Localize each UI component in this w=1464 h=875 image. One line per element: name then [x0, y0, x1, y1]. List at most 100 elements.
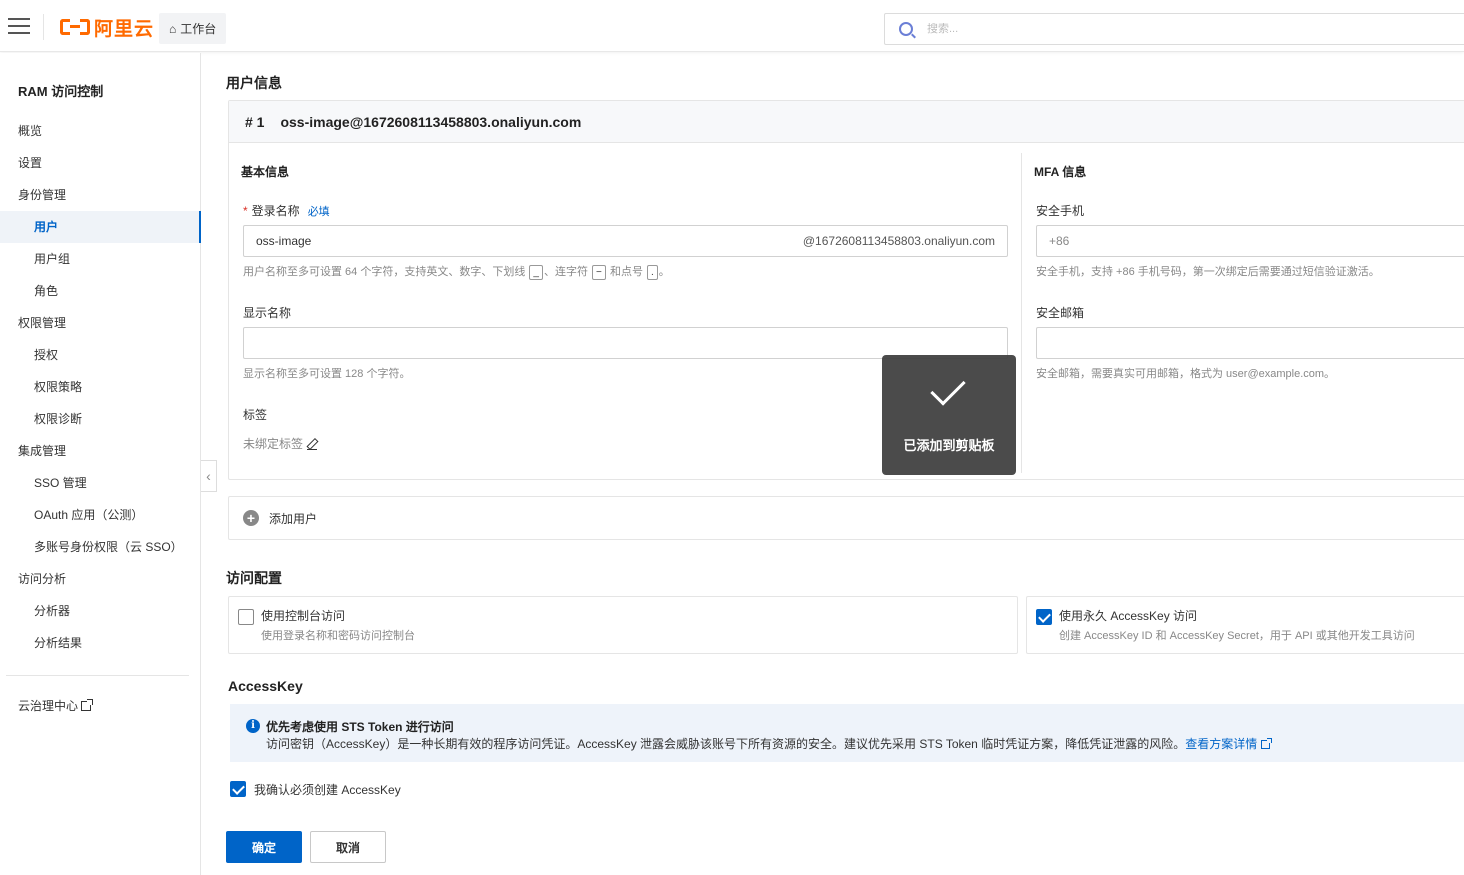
accesskey-access-title: 使用永久 AccessKey 访问: [1059, 609, 1198, 623]
phone-input[interactable]: +86: [1036, 225, 1464, 257]
help-text-2: 、连字符: [543, 266, 588, 278]
help-text-3: 和点号: [609, 266, 643, 278]
top-bar: 阿里云 ⌂ 工作台: [0, 0, 1464, 52]
email-help: 安全邮箱，需要真实可用邮箱，格式为 user@example.com。: [1036, 368, 1336, 380]
accesskey-title: AccessKey: [228, 678, 303, 694]
login-name-label: * 登录名称 必填: [243, 202, 330, 219]
dot-key: .: [647, 265, 658, 280]
console-access-desc: 使用登录名称和密码访问控制台: [261, 630, 415, 642]
confirm-accesskey[interactable]: 我确认必须创建 AccessKey: [230, 780, 401, 798]
toast-text: 已添加到剪贴板: [903, 438, 995, 453]
view-solution-link-text: 查看方案详情: [1185, 737, 1258, 751]
display-name-help: 显示名称至多可设置 128 个字符。: [243, 368, 411, 380]
hyphen-key: −: [592, 265, 606, 280]
aliyun-logo[interactable]: 阿里云: [60, 15, 155, 40]
user-card-header: # 1 oss-image@1672608113458803.onaliyun.…: [229, 101, 1464, 143]
view-solution-link[interactable]: 查看方案详情: [1185, 737, 1273, 751]
add-user-label: 添加用户: [269, 511, 318, 526]
cancel-button[interactable]: 取消: [310, 831, 386, 863]
required-tag: 必填: [307, 206, 330, 218]
workbench-label: 工作台: [180, 22, 217, 36]
sidebar-divider: [6, 675, 189, 676]
sidebar-item-groups[interactable]: 用户组: [0, 243, 201, 275]
required-star: *: [243, 204, 248, 218]
user-index: # 1: [245, 113, 265, 130]
column-divider: [1021, 153, 1022, 473]
sidebar-item-grants[interactable]: 授权: [0, 339, 201, 371]
user-card: # 1 oss-image@1672608113458803.onaliyun.…: [228, 100, 1464, 480]
sidebar-item-policies[interactable]: 权限策略: [0, 371, 201, 403]
sidebar-item-permissions[interactable]: 权限管理: [0, 307, 201, 339]
workbench-button[interactable]: ⌂ 工作台: [159, 13, 227, 44]
login-name-help: 用户名称至多可设置 64 个字符，支持英文、数字、下划线 _ 、连字符 − 和点号…: [243, 263, 670, 280]
display-name-label: 显示名称: [243, 306, 292, 320]
menu-icon[interactable]: [8, 18, 30, 34]
sidebar-item-users[interactable]: 用户: [0, 211, 201, 243]
logo-text: 阿里云: [94, 17, 155, 40]
console-access-option[interactable]: 使用控制台访问 使用登录名称和密码访问控制台: [228, 596, 1018, 654]
sidebar-item-integration[interactable]: 集成管理: [0, 435, 201, 467]
tags-empty-text: 未绑定标签: [243, 437, 304, 451]
help-text-1: 用户名称至多可设置 64 个字符，支持英文、数字、下划线: [243, 266, 526, 278]
sidebar-collapse-button[interactable]: ‹: [201, 460, 217, 492]
accesskey-access-option[interactable]: 使用永久 AccessKey 访问 创建 AccessKey ID 和 Acce…: [1026, 596, 1464, 654]
sidebar-item-governance[interactable]: 云治理中心: [0, 690, 201, 722]
sidebar-item-overview[interactable]: 概览: [0, 115, 201, 147]
user-info-title: 用户信息: [226, 75, 282, 91]
accesskey-access-desc: 创建 AccessKey ID 和 AccessKey Secret，用于 AP…: [1059, 630, 1415, 642]
divider: [43, 14, 44, 40]
info-icon: i: [246, 719, 260, 733]
phone-placeholder: +86: [1049, 234, 1070, 248]
sidebar-item-access-analysis[interactable]: 访问分析: [0, 563, 201, 595]
confirm-accesskey-label: 我确认必须创建 AccessKey: [254, 782, 401, 797]
sts-notice: i 优先考虑使用 STS Token 进行访问 访问密钥（AccessKey）是…: [230, 704, 1464, 762]
search-icon: [899, 22, 913, 36]
sidebar-item-cloud-sso[interactable]: 多账号身份权限（云 SSO）: [0, 531, 201, 563]
mfa-info-title: MFA 信息: [1034, 165, 1087, 179]
login-name-suffix: @1672608113458803.onaliyun.com: [802, 234, 995, 248]
governance-label: 云治理中心: [18, 699, 79, 713]
global-search[interactable]: [884, 13, 1464, 45]
tags-edit[interactable]: 未绑定标签: [243, 435, 318, 452]
phone-help: 安全手机，支持 +86 手机号码，第一次绑定后需要通过短信验证激活。: [1036, 266, 1380, 278]
underscore-key: _: [529, 265, 543, 280]
help-text-4: 。: [658, 266, 670, 278]
sidebar-item-sso[interactable]: SSO 管理: [0, 467, 201, 499]
notice-body: 访问密钥（AccessKey）是一种长期有效的程序访问凭证。AccessKey …: [266, 735, 1273, 752]
add-user-button[interactable]: + 添加用户: [228, 496, 1464, 540]
phone-label: 安全手机: [1036, 204, 1085, 218]
console-access-checkbox[interactable]: [238, 609, 254, 625]
check-icon: [930, 370, 966, 406]
notice-title: 优先考虑使用 STS Token 进行访问: [266, 720, 454, 734]
sidebar-item-settings[interactable]: 设置: [0, 147, 201, 179]
sidebar-item-identity[interactable]: 身份管理: [0, 179, 201, 211]
tags-label: 标签: [243, 408, 268, 422]
home-icon: ⌂: [169, 21, 177, 36]
external-link-icon: [81, 699, 94, 711]
notice-body-text: 访问密钥（AccessKey）是一种长期有效的程序访问凭证。AccessKey …: [266, 737, 1186, 751]
email-input[interactable]: [1036, 327, 1464, 359]
login-name-label-text: 登录名称: [251, 204, 300, 218]
basic-info-title: 基本信息: [241, 165, 290, 179]
search-input[interactable]: [927, 23, 1427, 35]
email-label: 安全邮箱: [1036, 306, 1085, 320]
sidebar-item-analysis-results[interactable]: 分析结果: [0, 627, 201, 659]
confirm-accesskey-checkbox[interactable]: [230, 781, 246, 797]
ok-button[interactable]: 确定: [226, 831, 302, 863]
plus-circle-icon: +: [243, 510, 259, 526]
console-access-title: 使用控制台访问: [261, 609, 346, 623]
external-link-icon: [1261, 738, 1273, 749]
chevron-left-icon: ‹: [206, 468, 211, 484]
edit-icon: [307, 439, 318, 450]
access-config-title: 访问配置: [226, 570, 282, 586]
sidebar-item-oauth[interactable]: OAuth 应用（公测）: [0, 499, 201, 531]
login-name-input[interactable]: oss-image @1672608113458803.onaliyun.com: [243, 225, 1008, 257]
sidebar-item-roles[interactable]: 角色: [0, 275, 201, 307]
login-name-value: oss-image: [256, 234, 312, 248]
sidebar-item-diagnosis[interactable]: 权限诊断: [0, 403, 201, 435]
accesskey-access-checkbox[interactable]: [1036, 609, 1052, 625]
sidebar-item-analyzer[interactable]: 分析器: [0, 595, 201, 627]
user-email: oss-image@1672608113458803.onaliyun.com: [280, 113, 582, 130]
aliyun-logo-icon: [60, 17, 90, 37]
sidebar-title: RAM 访问控制: [18, 84, 104, 99]
